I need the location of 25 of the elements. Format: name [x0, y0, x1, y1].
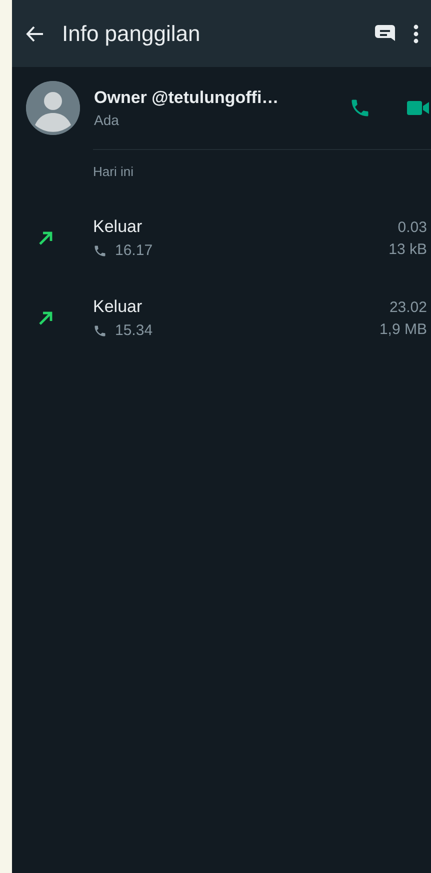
back-button[interactable]: [26, 24, 44, 42]
data-usage: 13 kB: [388, 240, 427, 258]
call-duration: 0.03: [398, 218, 427, 236]
video-camera-icon: [407, 100, 429, 116]
call-time: 15.34: [115, 322, 153, 339]
contact-status: Ada: [94, 112, 120, 128]
call-time: 16.17: [115, 242, 153, 259]
phone-icon: [93, 324, 107, 338]
message-icon: [375, 24, 395, 42]
call-duration: 23.02: [389, 298, 427, 316]
contact-name: Owner @tetulungoffi…: [94, 88, 280, 108]
avatar-icon: [26, 81, 80, 135]
video-call-button[interactable]: [407, 100, 429, 116]
menu-icon: [413, 24, 419, 44]
phone-icon: [349, 97, 371, 119]
phone-icon: [93, 244, 107, 258]
message-button[interactable]: [375, 24, 395, 42]
screen-title: Info panggilan: [62, 20, 202, 46]
voice-call-button[interactable]: [349, 97, 371, 119]
section-label: Hari ini: [93, 164, 134, 179]
call-label: Keluar: [93, 297, 144, 317]
data-usage: 1,9 MB: [379, 320, 427, 338]
more-options-button[interactable]: [413, 24, 419, 44]
call-label: Keluar: [93, 217, 144, 237]
back-arrow-icon: [26, 24, 44, 42]
